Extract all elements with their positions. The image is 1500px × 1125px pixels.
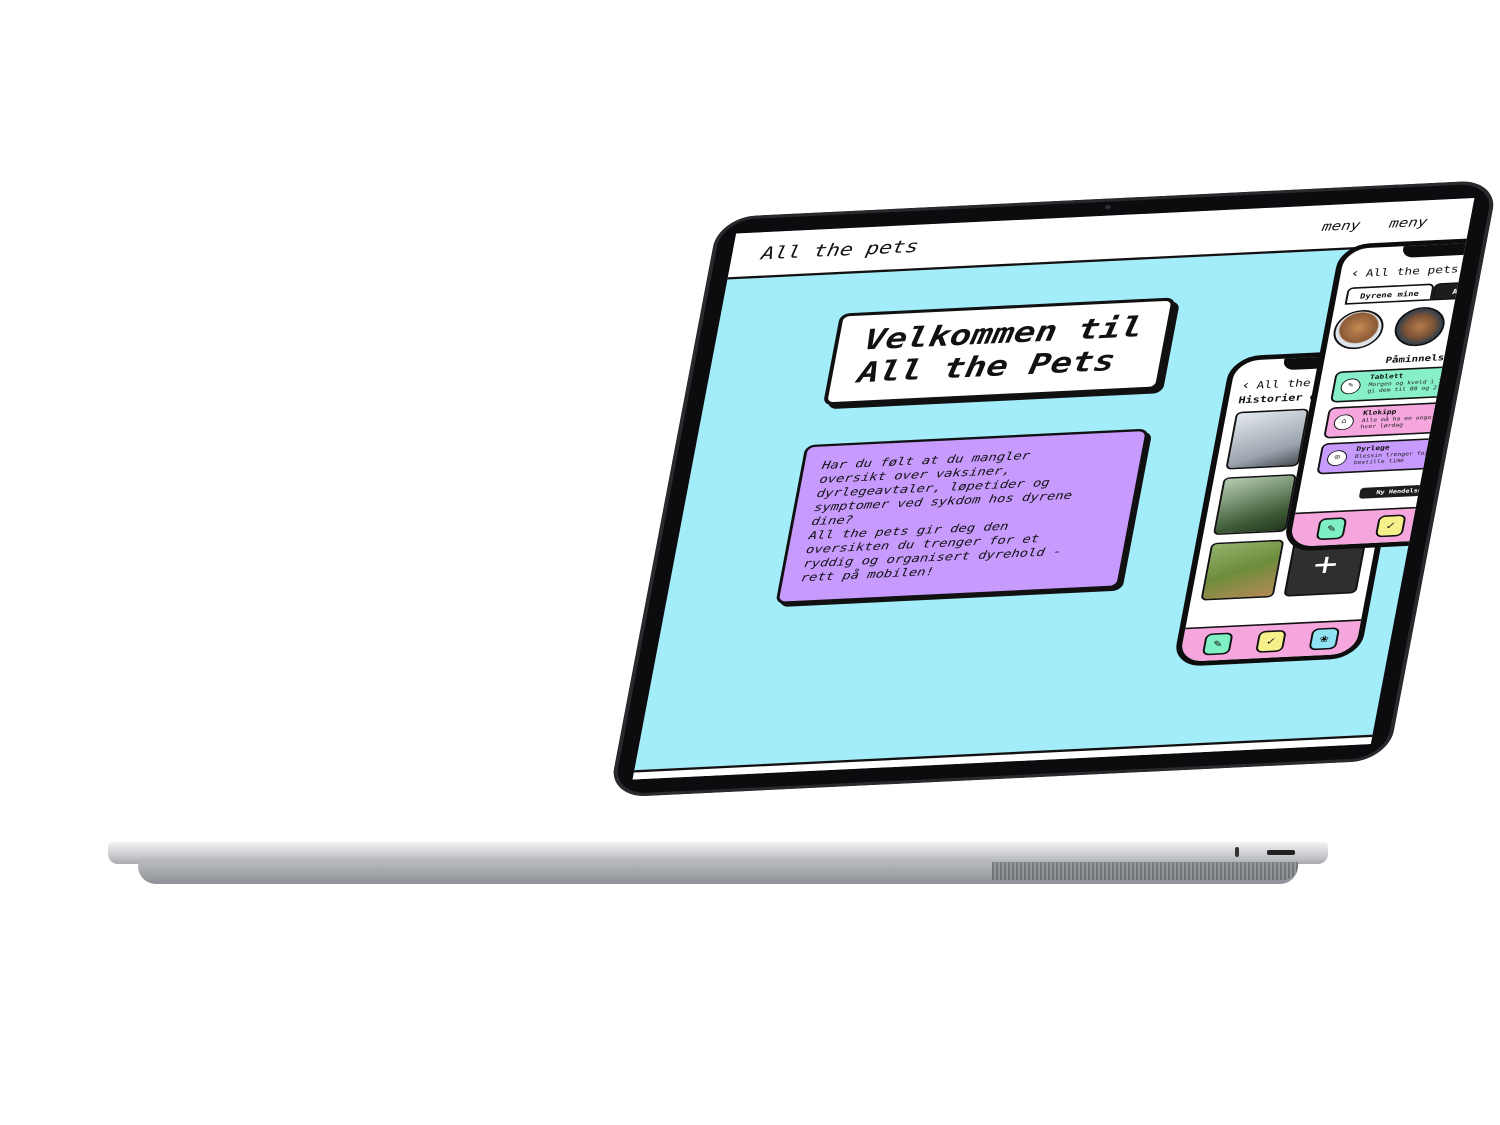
photo-tile[interactable]: [1212, 473, 1297, 536]
paw-icon[interactable]: ❀: [1434, 511, 1466, 535]
reminder-card[interactable]: ◎ Dyrlege Blessin trenger fozreren, husk…: [1316, 434, 1475, 475]
pencil-icon[interactable]: ✎: [1315, 517, 1348, 541]
pet-avatar[interactable]: [1391, 305, 1449, 348]
phone-header-title: All the pets: [1364, 263, 1460, 280]
photo-tile[interactable]: [1200, 539, 1285, 601]
nav-link-meny-2[interactable]: meny: [1388, 214, 1429, 231]
pencil-icon[interactable]: ✎: [1201, 632, 1234, 656]
phone-notch: [1401, 241, 1475, 258]
photo-tile[interactable]: [1225, 408, 1310, 470]
welcome-heading-box: Velkommen til All the Pets: [822, 297, 1176, 406]
calendar-check-icon[interactable]: ✓: [1255, 629, 1287, 653]
laptop-speaker-grille: [992, 862, 1298, 880]
nav-link-meny-1[interactable]: meny: [1321, 217, 1362, 234]
phone-tab-bar: ✎ ✓ ❀: [1179, 619, 1362, 663]
laptop-lid: All the pets meny meny Velkommen til All…: [0, 0, 1499, 878]
laptop-port: [1267, 850, 1295, 855]
pill-icon: ✎: [1339, 378, 1362, 395]
phone-tab-bar: ✎ ✓ ❀: [1288, 503, 1475, 547]
pet-avatar[interactable]: [1330, 308, 1387, 351]
laptop-led: [1235, 847, 1239, 857]
intro-text-box: Har du følt at du mangler oversikt over …: [775, 428, 1149, 605]
laptop-screen: All the pets meny meny Velkommen til All…: [632, 198, 1475, 780]
stethoscope-icon: ◎: [1325, 449, 1349, 467]
house-icon: ⌂: [1332, 413, 1356, 431]
chevron-left-icon[interactable]: ‹: [1349, 265, 1361, 280]
phone-header: ‹ All the pets: [1349, 261, 1460, 281]
paw-icon[interactable]: ❀: [1308, 627, 1341, 651]
site-title[interactable]: All the pets: [760, 237, 921, 264]
calendar-check-icon[interactable]: ✓: [1374, 514, 1407, 538]
tab-dyrene-mine[interactable]: Dyrene mine: [1344, 283, 1435, 305]
chevron-left-icon[interactable]: ‹: [1240, 377, 1252, 392]
